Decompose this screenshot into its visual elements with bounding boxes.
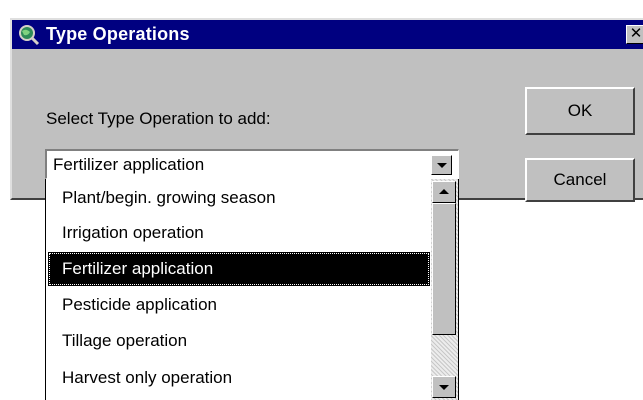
select-value: Fertilizer application <box>53 155 205 174</box>
cancel-button[interactable]: Cancel <box>525 158 635 202</box>
list-item[interactable]: Plant/begin. growing season <box>48 181 430 215</box>
list-item[interactable]: Harvest only operation <box>48 361 430 395</box>
vertical-scrollbar[interactable] <box>431 179 458 400</box>
dropdown-list[interactable]: Plant/begin. growing season Irrigation o… <box>45 179 459 400</box>
dropdown-button[interactable] <box>431 155 452 175</box>
chevron-down-icon <box>437 163 447 168</box>
list-item-label: Pesticide application <box>62 295 217 314</box>
list-item-label: Tillage operation <box>62 331 188 350</box>
list-item[interactable]: Tillage operation <box>48 324 430 358</box>
list-item[interactable]: Irrigation operation <box>48 216 430 250</box>
list-item-label: Irrigation operation <box>62 223 204 242</box>
list-item-label: Harvest only operation <box>62 368 233 387</box>
ok-button[interactable]: OK <box>525 87 635 135</box>
list-item[interactable]: Pesticide application <box>48 288 430 322</box>
window-title: Type Operations <box>46 24 190 44</box>
list-item-selected[interactable]: Fertilizer application <box>48 252 430 286</box>
scroll-thumb[interactable] <box>432 203 456 335</box>
list-item-label: Plant/begin. growing season <box>62 188 276 207</box>
close-icon: ✕ <box>629 25 643 42</box>
arrow-down-icon <box>439 385 449 390</box>
scroll-down-button[interactable] <box>432 376 456 398</box>
magnifier-globe-icon <box>18 24 40 46</box>
prompt-label: Select Type Operation to add: <box>46 109 271 128</box>
title-bar[interactable]: Type Operations ✕ <box>12 20 643 49</box>
close-button[interactable]: ✕ <box>626 25 643 44</box>
arrow-up-icon <box>439 189 449 194</box>
scroll-up-button[interactable] <box>432 181 456 203</box>
type-operation-select[interactable]: Fertilizer application <box>45 149 459 179</box>
list-item-label: Fertilizer application <box>62 259 214 278</box>
